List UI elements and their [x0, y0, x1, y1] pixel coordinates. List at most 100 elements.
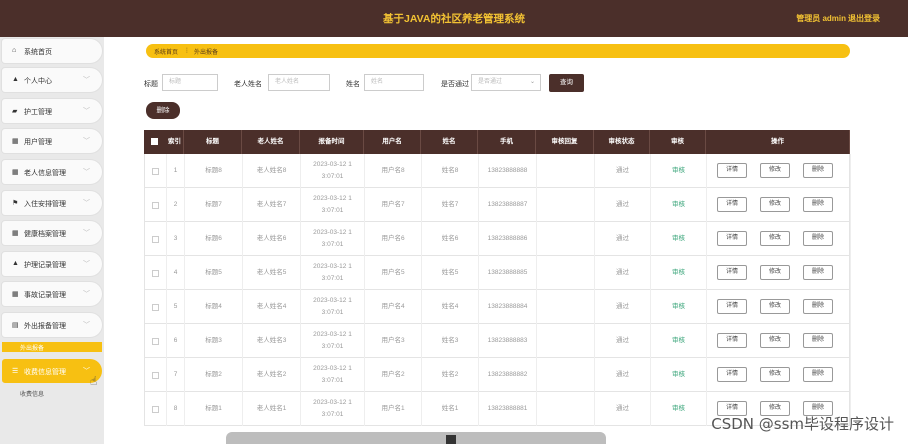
edit-button[interactable]: 修改	[760, 333, 790, 348]
pagination-current-page[interactable]	[446, 435, 456, 444]
edit-button[interactable]: 修改	[760, 367, 790, 382]
reply-cell	[537, 392, 595, 426]
audit-link[interactable]: 审核	[651, 392, 707, 426]
name-cell: 姓名3	[422, 324, 479, 358]
delete-button[interactable]: 删除	[803, 197, 833, 212]
sidebar-item[interactable]: ☰ 收费信息管理 ﹀	[2, 359, 102, 383]
title-filter-input[interactable]: 标题	[162, 74, 218, 91]
report-time-clock: 3:07:01	[321, 377, 344, 384]
report-time-cell: 2023-03-12 1 3:07:01	[301, 222, 365, 256]
table-row: 7 标题2 老人姓名2 2023-03-12 1 3:07:01 用户名2 姓名2 13823…	[144, 358, 851, 392]
phone-cell: 13823888881	[479, 392, 537, 426]
audit-link[interactable]: 审核	[651, 188, 707, 222]
title-cell: 标题3	[185, 324, 243, 358]
name-cell: 姓名6	[422, 222, 479, 256]
edit-button[interactable]: 修改	[760, 197, 790, 212]
column-header: 用户名	[364, 130, 421, 154]
idx-cell: 5	[167, 290, 185, 324]
report-time-cell: 2023-03-12 1 3:07:01	[301, 154, 365, 188]
sidebar-item-label: 老人信息管理	[24, 170, 66, 177]
report-time-cell: 2023-03-12 1 3:07:01	[301, 358, 365, 392]
report-time-date: 2023-03-12 1	[313, 229, 352, 236]
query-button[interactable]: 查询	[549, 74, 584, 92]
sidebar-item[interactable]: ▲ 个人中心 ﹀	[2, 68, 102, 92]
detail-button[interactable]: 详情	[717, 333, 747, 348]
title-cell: 标题2	[185, 358, 243, 392]
audit-link[interactable]: 审核	[651, 222, 707, 256]
delete-button[interactable]: 删除	[803, 265, 833, 280]
select-all-checkbox[interactable]	[151, 138, 158, 145]
delete-button[interactable]: 删除	[803, 231, 833, 246]
audit-link[interactable]: 审核	[651, 256, 707, 290]
detail-button[interactable]: 详情	[717, 265, 747, 280]
batch-delete-button[interactable]: 删除	[146, 102, 180, 119]
sidebar-item[interactable]: ▤ 外出报备管理 ﹀	[2, 313, 102, 337]
row-checkbox[interactable]	[152, 235, 159, 243]
elder-name-filter-input[interactable]: 老人姓名	[268, 74, 330, 91]
sidebar-item[interactable]: ⌂ 系统首页	[2, 39, 102, 63]
edit-button[interactable]: 修改	[760, 299, 790, 314]
delete-button[interactable]: 删除	[803, 333, 833, 348]
row-checkbox-cell	[145, 290, 167, 324]
name-filter-input[interactable]: 姓名	[364, 74, 424, 91]
elder-cell: 老人姓名7	[243, 188, 301, 222]
report-time-date: 2023-03-12 1	[313, 263, 352, 270]
row-checkbox[interactable]	[152, 405, 159, 413]
breadcrumb-home[interactable]: 系统首页	[154, 47, 178, 56]
row-checkbox[interactable]	[152, 201, 159, 209]
delete-button[interactable]: 删除	[803, 163, 833, 178]
detail-button[interactable]: 详情	[717, 231, 747, 246]
user-cell: 用户名2	[365, 358, 422, 392]
sidebar-item[interactable]: ▦ 用户管理 ﹀	[2, 129, 102, 153]
submenu-active-item[interactable]: 外出报备	[2, 342, 102, 352]
detail-button[interactable]: 详情	[717, 299, 747, 314]
sidebar-item[interactable]: ▦ 事故记录管理 ﹀	[2, 282, 102, 306]
user-icon: ▲	[12, 76, 19, 83]
breadcrumb-separator: ⋮	[184, 48, 190, 54]
delete-button[interactable]: 删除	[803, 367, 833, 382]
report-time-cell: 2023-03-12 1 3:07:01	[301, 324, 365, 358]
row-checkbox[interactable]	[152, 269, 159, 277]
idx-cell: 7	[167, 358, 185, 392]
actions-cell: 详情 修改 删除	[707, 256, 851, 290]
sidebar-item[interactable]: ▲ 护理记录管理 ﹀	[2, 252, 102, 276]
detail-button[interactable]: 详情	[717, 197, 747, 212]
audit-link[interactable]: 审核	[651, 154, 707, 188]
edit-button[interactable]: 修改	[760, 231, 790, 246]
status-cell: 通过	[595, 358, 651, 392]
flag-icon: ⚑	[12, 200, 19, 207]
detail-button[interactable]: 详情	[717, 367, 747, 382]
phone-cell: 13823888882	[479, 358, 537, 392]
sidebar-item[interactable]: ⚑ 入住安排管理 ﹀	[2, 191, 102, 215]
table-row: 2 标题7 老人姓名7 2023-03-12 1 3:07:01 用户名7 姓名7 13823…	[144, 188, 851, 222]
grid-icon: ▦	[12, 169, 19, 176]
mouse-pointer-icon: ☝	[90, 374, 98, 388]
row-checkbox[interactable]	[152, 303, 159, 311]
report-time-clock: 3:07:01	[321, 343, 344, 350]
logout-link[interactable]: 退出登录	[848, 13, 880, 24]
edit-button[interactable]: 修改	[760, 265, 790, 280]
actions-cell: 详情 修改 删除	[707, 154, 851, 188]
sidebar-item[interactable]: ▦ 健康档案管理 ﹀	[2, 221, 102, 245]
row-checkbox[interactable]	[152, 167, 159, 175]
sidebar-item-label: 事故记录管理	[24, 292, 66, 299]
pass-filter-select[interactable]: 是否通过 ⌄	[471, 74, 541, 91]
report-time-date: 2023-03-12 1	[313, 399, 352, 406]
row-checkbox[interactable]	[152, 371, 159, 379]
delete-button[interactable]: 删除	[803, 299, 833, 314]
detail-button[interactable]: 详情	[717, 163, 747, 178]
table-row: 4 标题5 老人姓名5 2023-03-12 1 3:07:01 用户名5 姓名5 13823…	[144, 256, 851, 290]
column-header: 索引	[166, 130, 184, 154]
row-checkbox[interactable]	[152, 337, 159, 345]
user-cell: 用户名6	[365, 222, 422, 256]
sidebar-item[interactable]: ▦ 老人信息管理 ﹀	[2, 160, 102, 184]
audit-link[interactable]: 审核	[651, 324, 707, 358]
submenu-item[interactable]: 收费信息	[20, 389, 44, 398]
audit-link[interactable]: 审核	[651, 290, 707, 324]
sidebar-item[interactable]: ▰ 护工管理 ﹀	[2, 99, 102, 123]
elder-cell: 老人姓名5	[243, 256, 301, 290]
sidebar: ☰ 收费信息管理 ﹀ ▤ 外出报备管理 ﹀ ▦ 事故记录管理 ﹀ ▲ 护理记录管理 ﹀ ▦ 健康档案管理 ﹀…	[0, 37, 104, 444]
audit-link[interactable]: 审核	[651, 358, 707, 392]
edit-button[interactable]: 修改	[760, 163, 790, 178]
sidebar-item-label: 护工管理	[24, 109, 52, 116]
